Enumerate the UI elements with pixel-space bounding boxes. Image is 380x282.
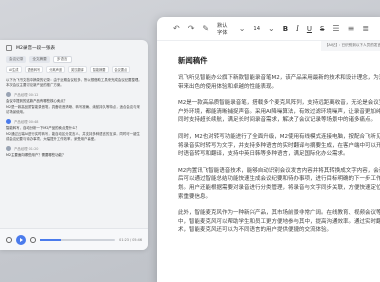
strikethrough-button[interactable]: S bbox=[320, 25, 324, 33]
align-icon[interactable]: ≣ bbox=[362, 24, 369, 33]
list-icon[interactable]: ☰ bbox=[332, 24, 339, 33]
chat-title-bar: M2录音一段一张表 bbox=[0, 40, 148, 56]
message-answer: M2通过云端AI进行实时转写，能自动区分发言人，并支持多种语言的互译，同时可一键… bbox=[6, 132, 140, 141]
tag[interactable]: 英汉翻译 bbox=[68, 66, 87, 73]
redo-icon[interactable]: ↷ bbox=[188, 24, 195, 33]
paragraph: 此外，智能麦克风作为一种新兴产品，其市场前景非常广阔。在线教育、视频会议等场景中… bbox=[178, 210, 380, 234]
tag[interactable]: 语音转写 bbox=[24, 66, 44, 73]
ai-status-badge: 【AI记】: 已识别到以下人员的发言 bbox=[320, 41, 380, 51]
message-question: M2主要面向哪些用户？需要哪些功能？ bbox=[6, 153, 66, 157]
bold-button[interactable]: B bbox=[283, 25, 288, 33]
message-answer: M2是一款高品质智能录音笔，具备收音清晰、转写准确、续航持久等特点，适合会议与采… bbox=[6, 105, 140, 114]
paragraph: 同时，M2也对转写功能进行了全面升级，M2使用有线模式连接电脑，按配合飞听见，可… bbox=[178, 133, 380, 158]
font-size-select[interactable]: 14 bbox=[253, 26, 260, 32]
message-header: 产品经理 00:48 bbox=[6, 119, 142, 124]
play-button[interactable] bbox=[16, 234, 26, 245]
format-painter-icon[interactable]: ✎ bbox=[202, 24, 209, 33]
speaker-label: 产品经理 00:12 bbox=[14, 93, 39, 97]
paragraph: 讯飞听见智能办公旗下新款智能录音笔M2，该产品采用最新的技术和设计理念，为消费者… bbox=[178, 75, 380, 90]
intro-text: 以下为飞书文档中摘录的记录：由于近期会议较多，所以想借助工具来完成会议纪要整理。… bbox=[6, 78, 142, 87]
tag[interactable]: 分离声道 bbox=[46, 66, 65, 73]
chevron-down-icon[interactable]: ⌄ bbox=[268, 24, 275, 33]
tag[interactable]: 智能摘要 bbox=[89, 66, 109, 73]
italic-button[interactable]: I bbox=[296, 25, 299, 33]
editor-toolbar: ↶ ↷ ✎ 默认字体 ⌄ 14 ⌄ B I U S ☰ ≡ ≣ bbox=[157, 17, 380, 41]
chat-title: M2录音一段一张表 bbox=[16, 46, 56, 51]
avatar bbox=[6, 92, 11, 97]
undo-icon[interactable]: ↶ bbox=[173, 24, 180, 33]
message-question: 智能转写，自动分析一下M2产品的卖点是什么？ bbox=[6, 126, 79, 130]
underline-button[interactable]: U bbox=[307, 25, 312, 33]
player-bar: 01:23 / 05:46 bbox=[0, 228, 148, 250]
mode-chip[interactable]: 会议记录 bbox=[6, 56, 27, 63]
chat-toolbar: 会议记录 全文摘要 多语言 bbox=[0, 56, 148, 66]
chevron-down-icon[interactable]: ⌄ bbox=[239, 24, 246, 33]
filter-chip[interactable]: 全文摘要 bbox=[29, 56, 50, 63]
document-title: 新闻稿件 bbox=[178, 56, 208, 65]
rewind-icon[interactable] bbox=[6, 236, 12, 243]
speaker-label: 产品经理 01:20 bbox=[14, 147, 39, 151]
message-header: 产品经理 01:20 bbox=[6, 146, 142, 151]
message-question: 会议中提到的这款产品有哪些核心卖点？ bbox=[6, 99, 68, 103]
tag[interactable]: AI生成 bbox=[6, 66, 22, 73]
progress-bar[interactable] bbox=[40, 238, 116, 241]
document-body[interactable]: 新闻稿件 讯飞听见智能办公旗下新款智能录音笔M2，该产品采用最新的技术和设计理念… bbox=[157, 41, 380, 235]
window-icon bbox=[6, 45, 12, 51]
message-header: 产品经理 00:12 bbox=[6, 92, 142, 97]
avatar bbox=[6, 119, 11, 124]
tag-row: AI生成 语音转写 分离声道 英汉翻译 智能摘要 会议要点 bbox=[0, 66, 148, 76]
time-display: 01:23 / 05:46 bbox=[119, 237, 142, 242]
paragraph: M2是一款高品质智能录音笔，搭载多个麦克风阵列，支持远距离收音，无论是会议室还是… bbox=[178, 100, 380, 124]
font-select[interactable]: 默认字体 bbox=[217, 22, 231, 36]
chat-window: M2录音一段一张表 会议记录 全文摘要 多语言 AI生成 语音转写 分离声道 英… bbox=[0, 40, 148, 250]
tag[interactable]: 会议要点 bbox=[111, 66, 131, 73]
avatar bbox=[6, 146, 11, 151]
speaker-label: 产品经理 00:48 bbox=[14, 120, 39, 124]
document-window: ↶ ↷ ✎ 默认字体 ⌄ 14 ⌄ B I U S ☰ ≡ ≣ 【AI记】: 已… bbox=[157, 17, 380, 282]
numbered-list-icon[interactable]: ≡ bbox=[348, 24, 355, 33]
forward-icon[interactable] bbox=[30, 236, 36, 243]
language-select[interactable]: 多语言 bbox=[52, 56, 72, 63]
paragraph: M2内置讯飞智能语音技术，能够自动识别会议发言内容并将其转换成文字内容，会议结束… bbox=[178, 167, 380, 200]
